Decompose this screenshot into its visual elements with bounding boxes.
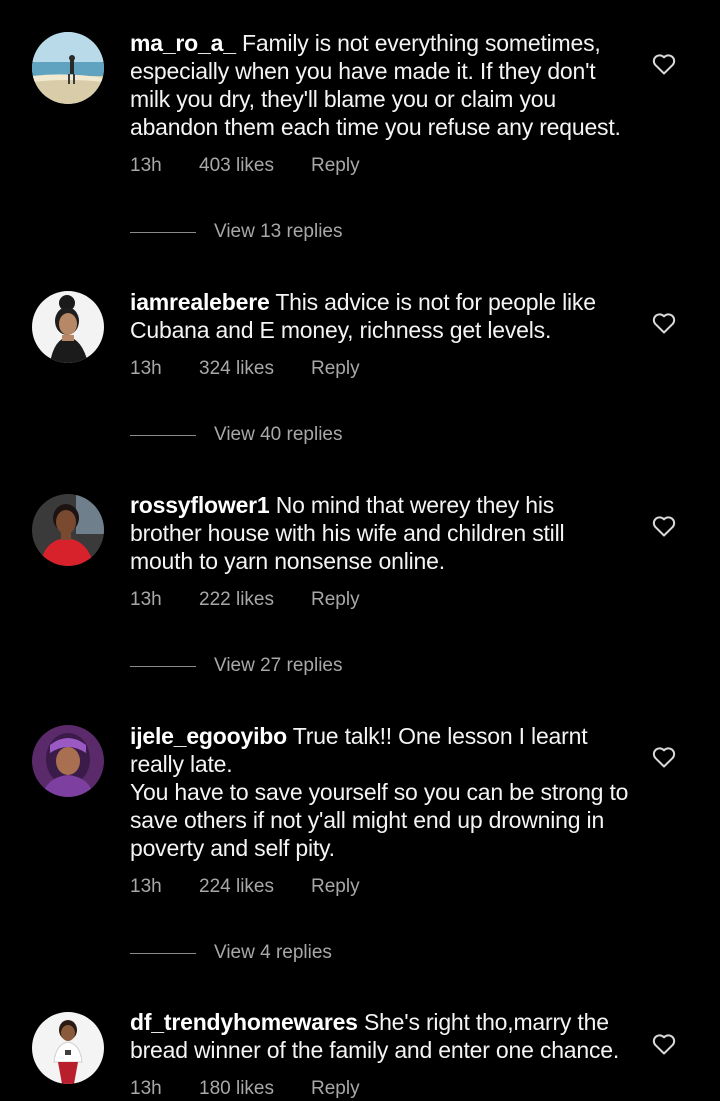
comment-body: iamrealebere This advice is not for peop… xyxy=(130,288,630,344)
comment-username[interactable]: df_trendyhomewares xyxy=(130,1009,358,1035)
comment-likes[interactable]: 324 likes xyxy=(199,357,274,381)
comment-time: 13h xyxy=(130,155,162,176)
divider xyxy=(130,953,196,954)
comment-time: 13h xyxy=(130,589,162,610)
heart-icon[interactable] xyxy=(652,312,676,334)
avatar[interactable] xyxy=(32,494,104,566)
reply-button[interactable]: Reply xyxy=(311,154,360,178)
reply-button[interactable]: Reply xyxy=(311,588,360,612)
divider xyxy=(130,435,196,436)
heart-icon[interactable] xyxy=(652,53,676,75)
comment-username[interactable]: ijele_egooyibo xyxy=(130,723,287,749)
comment-likes[interactable]: 180 likes xyxy=(199,1077,274,1101)
comment-body: df_trendyhomewares She's right tho,marry… xyxy=(130,1008,630,1064)
heart-icon[interactable] xyxy=(652,1033,676,1055)
comment-body: ma_ro_a_ Family is not everything someti… xyxy=(130,29,630,141)
heart-icon[interactable] xyxy=(652,515,676,537)
comment-body: rossyflower1 No mind that werey they his… xyxy=(130,491,630,575)
comment-time: 13h xyxy=(130,1078,162,1099)
comment-username[interactable]: ma_ro_a_ xyxy=(130,30,236,56)
heart-icon[interactable] xyxy=(652,746,676,768)
view-replies-label: View 27 replies xyxy=(214,655,343,676)
comment-body: ijele_egooyibo True talk!! One lesson I … xyxy=(130,722,630,862)
comment-time: 13h xyxy=(130,876,162,897)
comment-time: 13h xyxy=(130,358,162,379)
view-replies-label: View 13 replies xyxy=(214,221,343,242)
reply-button[interactable]: Reply xyxy=(311,1077,360,1101)
view-replies-label: View 4 replies xyxy=(214,942,332,963)
comment-likes[interactable]: 224 likes xyxy=(199,875,274,899)
comment-likes[interactable]: 222 likes xyxy=(199,588,274,612)
comment-username[interactable]: iamrealebere xyxy=(130,289,270,315)
avatar[interactable] xyxy=(32,725,104,797)
avatar[interactable] xyxy=(32,1012,104,1084)
avatar[interactable] xyxy=(32,32,104,104)
reply-button[interactable]: Reply xyxy=(311,875,360,899)
view-replies-label: View 40 replies xyxy=(214,424,343,445)
comment-likes[interactable]: 403 likes xyxy=(199,154,274,178)
reply-button[interactable]: Reply xyxy=(311,357,360,381)
comment-username[interactable]: rossyflower1 xyxy=(130,492,270,518)
divider xyxy=(130,232,196,233)
divider xyxy=(130,666,196,667)
avatar[interactable] xyxy=(32,291,104,363)
